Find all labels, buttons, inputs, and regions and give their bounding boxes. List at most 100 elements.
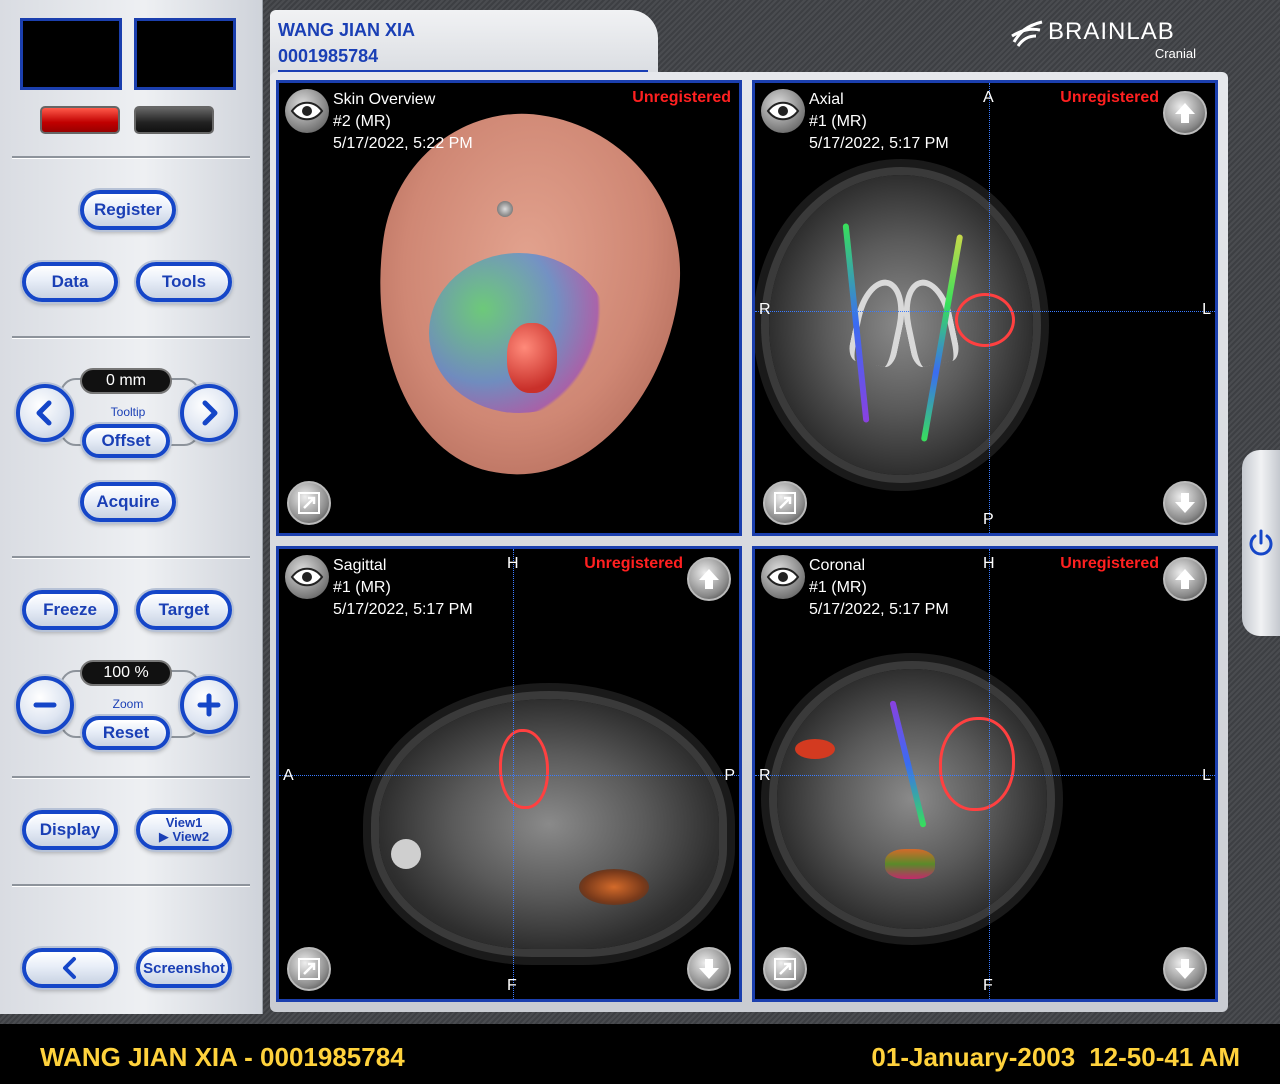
display-button[interactable]: Display	[22, 810, 118, 850]
slice-up-button[interactable]	[1163, 557, 1207, 601]
power-icon	[1249, 529, 1273, 556]
maximize-icon	[298, 958, 320, 980]
status-footer: WANG JIAN XIA - 0001985784 01-January-20…	[0, 1024, 1280, 1084]
back-button[interactable]	[22, 948, 118, 988]
zoom-out-button[interactable]	[16, 676, 74, 734]
coronal-mri-slice	[777, 669, 1047, 929]
plus-icon	[197, 693, 221, 717]
view-visibility-button[interactable]	[285, 555, 329, 599]
footer-datetime: 01-January-2003 12-50-41 AM	[871, 1042, 1240, 1073]
fiber-tract-brainstem	[885, 849, 935, 879]
zoom-label: Zoom	[112, 697, 144, 711]
eye-icon	[290, 567, 324, 587]
status-indicator-gray	[134, 106, 214, 134]
eye-icon	[766, 567, 800, 587]
viewport-datetime: 5/17/2022, 5:17 PM	[809, 135, 949, 152]
footer-date: 01-January-2003	[871, 1042, 1076, 1072]
tools-button[interactable]: Tools	[136, 262, 232, 302]
freeze-button[interactable]: Freeze	[22, 590, 118, 630]
slice-down-button[interactable]	[1163, 947, 1207, 991]
viewport-title: Skin Overview	[333, 91, 436, 108]
registration-status: Unregistered	[632, 89, 731, 106]
footer-patient: WANG JIAN XIA - 0001985784	[40, 1042, 405, 1072]
maximize-viewport-button[interactable]	[763, 947, 807, 991]
arrow-up-icon	[1175, 569, 1195, 589]
zoom-reset-button[interactable]: Reset	[82, 716, 170, 750]
slice-up-button[interactable]	[1163, 91, 1207, 135]
view-visibility-button[interactable]	[285, 89, 329, 133]
tooltip-label: Tooltip	[110, 405, 146, 419]
slice-up-button[interactable]	[687, 557, 731, 601]
status-indicator-red	[40, 106, 120, 134]
offset-decrease-button[interactable]	[16, 384, 74, 442]
arrow-up-icon	[1175, 103, 1195, 123]
brainlab-logo: BRAINLAB Cranial	[1000, 14, 1200, 64]
patient-name: WANG JIAN XIA	[278, 20, 416, 40]
brand-product: Cranial	[1154, 46, 1196, 61]
data-button[interactable]: Data	[22, 262, 118, 302]
viewport-title: Axial	[809, 91, 844, 108]
eye-icon	[290, 101, 324, 121]
orientation-top: A	[983, 89, 994, 106]
acquire-button[interactable]: Acquire	[80, 482, 176, 522]
view-visibility-button[interactable]	[761, 555, 805, 599]
orientation-left: A	[283, 767, 294, 784]
orientation-bottom: F	[507, 977, 517, 994]
chevron-right-icon	[202, 400, 218, 426]
maximize-viewport-button[interactable]	[287, 481, 331, 525]
viewport-datetime: 5/17/2022, 5:17 PM	[333, 601, 473, 618]
minus-icon	[33, 702, 57, 708]
zoom-readout: 100 %	[80, 660, 172, 686]
viewport-series: #1 (MR)	[809, 113, 867, 130]
orientation-top: H	[507, 555, 519, 572]
viewport-series: #1 (MR)	[809, 579, 867, 596]
chevron-left-icon	[36, 400, 52, 426]
registration-status: Unregistered	[1060, 555, 1159, 572]
screenshot-button[interactable]: Screenshot	[136, 948, 232, 988]
patient-header-tab: WANG JIAN XIA 0001985784	[270, 10, 658, 80]
registration-status: Unregistered	[1060, 89, 1159, 106]
viewport-sagittal[interactable]: H F A P Sagittal #1 (MR) 5/17/2022, 5:17…	[276, 546, 742, 1002]
viewport-info: Skin Overview #2 (MR) 5/17/2022, 5:22 PM	[333, 89, 473, 155]
crosshair-vertical	[989, 549, 990, 999]
left-control-panel: Register Data Tools 0 mm Tooltip Offset …	[0, 0, 263, 1014]
crosshair-horizontal	[755, 311, 1215, 312]
view-visibility-button[interactable]	[761, 89, 805, 133]
eye-globe	[391, 839, 421, 869]
maximize-viewport-button[interactable]	[287, 947, 331, 991]
tooltip-offset-readout: 0 mm	[80, 368, 172, 394]
offset-increase-button[interactable]	[180, 384, 238, 442]
crosshair-vertical	[513, 549, 514, 999]
camera-monitor-left	[20, 18, 122, 90]
view2-label: ▶ View2	[158, 829, 210, 844]
target-button[interactable]: Target	[136, 590, 232, 630]
tumor-outline	[939, 717, 1015, 811]
view-toggle-button[interactable]: View1 ▶ View2	[136, 810, 232, 850]
orientation-bottom: P	[983, 511, 994, 528]
zoom-in-button[interactable]	[180, 676, 238, 734]
viewport-axial[interactable]: A P R L Axial #1 (MR) 5/17/2022, 5:17 PM…	[752, 80, 1218, 536]
orientation-left: R	[759, 301, 771, 318]
maximize-icon	[298, 492, 320, 514]
viewport-datetime: 5/17/2022, 5:17 PM	[809, 601, 949, 618]
divider	[12, 884, 250, 886]
maximize-viewport-button[interactable]	[763, 481, 807, 525]
orientation-right: L	[1202, 767, 1211, 784]
viewport-info: Axial #1 (MR) 5/17/2022, 5:17 PM	[809, 89, 949, 155]
maximize-icon	[774, 492, 796, 514]
viewport-coronal[interactable]: H F R L Coronal #1 (MR) 5/17/2022, 5:17 …	[752, 546, 1218, 1002]
slice-down-button[interactable]	[687, 947, 731, 991]
power-button[interactable]	[1242, 450, 1280, 636]
slice-down-button[interactable]	[1163, 481, 1207, 525]
sagittal-mri-slice	[379, 699, 719, 949]
viewport-series: #1 (MR)	[333, 579, 391, 596]
orientation-right: P	[724, 767, 735, 784]
viewport-skin-overview[interactable]: Skin Overview #2 (MR) 5/17/2022, 5:22 PM…	[276, 80, 742, 536]
crosshair-vertical	[989, 83, 990, 533]
register-button[interactable]: Register	[80, 190, 176, 230]
divider	[12, 156, 250, 158]
divider	[12, 336, 250, 338]
offset-button[interactable]: Offset	[82, 424, 170, 458]
arrow-down-icon	[699, 959, 719, 979]
camera-monitor-right	[134, 18, 236, 90]
